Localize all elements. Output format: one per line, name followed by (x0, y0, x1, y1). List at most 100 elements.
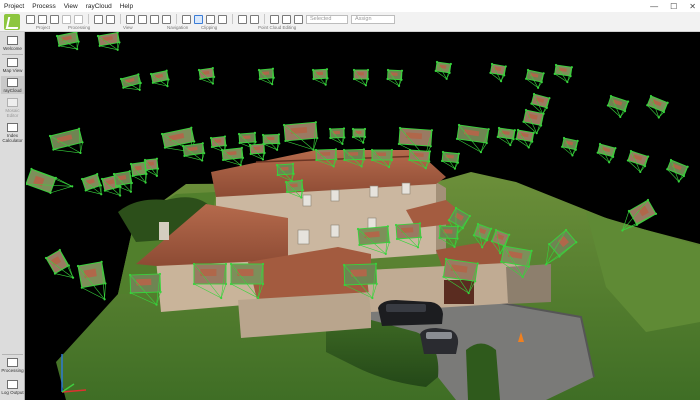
camera-vertex (370, 148, 374, 152)
camera-ray (55, 177, 73, 187)
fit-view-icon[interactable] (150, 14, 159, 24)
sidebar-item-welcome[interactable]: Welcome (1, 34, 24, 53)
rotate-icon[interactable] (218, 14, 227, 24)
sidebar-item-label: Log Output (1, 390, 24, 395)
raycloud-3d-viewport[interactable] (26, 32, 700, 400)
group-label-clipping: Clipping (201, 25, 218, 30)
sidebar-item-raycloud[interactable]: rayCloud (1, 76, 24, 94)
camera-vertex (351, 135, 355, 139)
processing-options-icon[interactable] (106, 14, 115, 24)
close-button[interactable]: ✕ (689, 2, 696, 11)
camera-frustum (80, 172, 103, 196)
camera-ray (117, 42, 120, 50)
run-processing-icon[interactable] (94, 14, 103, 24)
save-project-icon[interactable] (50, 14, 59, 24)
navigate-icon[interactable] (194, 14, 203, 24)
toolbar-divider (88, 14, 89, 24)
shrink-view-icon[interactable] (162, 14, 171, 24)
camera-frustum (96, 32, 121, 51)
clipping-box-icon[interactable] (238, 14, 247, 24)
camera-frustum (197, 66, 216, 85)
camera-frustum (282, 121, 319, 151)
camera-frustum (646, 94, 669, 119)
camera-vertex (79, 151, 82, 155)
car-parked-bottom (420, 328, 459, 354)
camera-vertex (220, 296, 223, 300)
sidebar-item-label: Index Calculator (2, 133, 23, 143)
camera-ray (80, 142, 83, 153)
open-project-icon[interactable] (38, 14, 47, 24)
sidebar-item-log-output[interactable]: Log Output (1, 378, 24, 398)
sidebar-item-map-view[interactable]: Map View (1, 56, 24, 75)
sidebar-item-label: rayCloud (3, 88, 22, 93)
camera-vertex (261, 262, 265, 266)
view-sidebar-icon[interactable] (138, 14, 147, 24)
group-label-processing: Processing (68, 25, 91, 30)
camera-frustum (351, 127, 367, 144)
camera-frustum (328, 127, 346, 145)
sidebar: Welcome Map View rayCloud Mosaic Editor … (0, 32, 25, 400)
camera-vertex (366, 77, 370, 81)
camera-vertex (390, 158, 394, 162)
raycloud-icon (7, 78, 18, 87)
menu-process[interactable]: Process (28, 3, 59, 10)
sidebar-item-index-calculator[interactable]: Index Calculator (1, 121, 24, 145)
toolbar-divider (232, 14, 233, 24)
camera-frustum (525, 68, 545, 89)
camera-frustum (455, 123, 490, 154)
menu-view[interactable]: View (60, 3, 82, 10)
sidebar-item-processing[interactable]: Processing (1, 356, 24, 375)
map-icon (7, 58, 18, 67)
camera-vertex (224, 282, 228, 286)
toolbar-group-labels: Project Processing View Navigation Clipp… (0, 25, 700, 31)
car-parked-top (378, 300, 443, 326)
clipping-plane-icon[interactable] (250, 14, 259, 24)
new-project-icon[interactable] (26, 14, 35, 24)
sidebar-divider (2, 354, 23, 355)
camera-vertex (362, 141, 365, 144)
camera-frustum (248, 142, 266, 161)
camera-frustum (55, 32, 80, 51)
minimize-button[interactable]: — (650, 2, 658, 11)
sidebar-item-mosaic-editor[interactable]: Mosaic Editor (1, 96, 24, 120)
view-layers-icon[interactable] (126, 14, 135, 24)
group-label-navigation: Navigation (167, 25, 189, 30)
group-label-view: View (123, 25, 133, 30)
camera-vertex (192, 282, 196, 286)
sidebar-item-label: Welcome (3, 46, 22, 51)
camera-frustum (626, 149, 650, 173)
camera-ray (263, 143, 278, 151)
camera-vertex (370, 158, 374, 162)
camera-frustum (666, 158, 689, 183)
camera-vertex (352, 77, 356, 81)
menu-help[interactable]: Help (116, 3, 137, 10)
maximize-button[interactable]: ☐ (670, 2, 677, 11)
camera-frustum (606, 94, 630, 118)
zoom-icon[interactable] (182, 14, 191, 24)
assign-dropdown[interactable]: Assign (351, 14, 395, 24)
camera-ray (330, 137, 343, 145)
processing-icon (7, 358, 18, 367)
selection-mode-icon[interactable] (294, 14, 303, 24)
camera-ray (313, 78, 326, 85)
camera-vertex (364, 84, 367, 87)
camera-ray (352, 136, 364, 143)
camera-vertex (363, 135, 367, 139)
camera-vertex (138, 88, 141, 91)
camera-thumbnail-detail (405, 132, 423, 140)
select-points-icon[interactable] (282, 14, 291, 24)
edit-points-icon[interactable] (270, 14, 279, 24)
camera-vertex (387, 165, 391, 169)
camera-frustum (119, 73, 142, 91)
toolbar-buttons: Selected Assign (26, 14, 395, 24)
toolbar-divider (120, 14, 121, 24)
pan-icon[interactable] (206, 14, 215, 24)
sidebar-item-label: Map View (2, 68, 23, 73)
menu-project[interactable]: Project (0, 3, 28, 10)
close-project-icon[interactable] (74, 14, 83, 24)
camera-ray (139, 82, 142, 90)
edit-project-icon[interactable] (62, 14, 71, 24)
selection-set-dropdown[interactable]: Selected (306, 14, 348, 24)
camera-frustum (553, 63, 573, 84)
menu-raycloud[interactable]: rayCloud (82, 3, 116, 10)
